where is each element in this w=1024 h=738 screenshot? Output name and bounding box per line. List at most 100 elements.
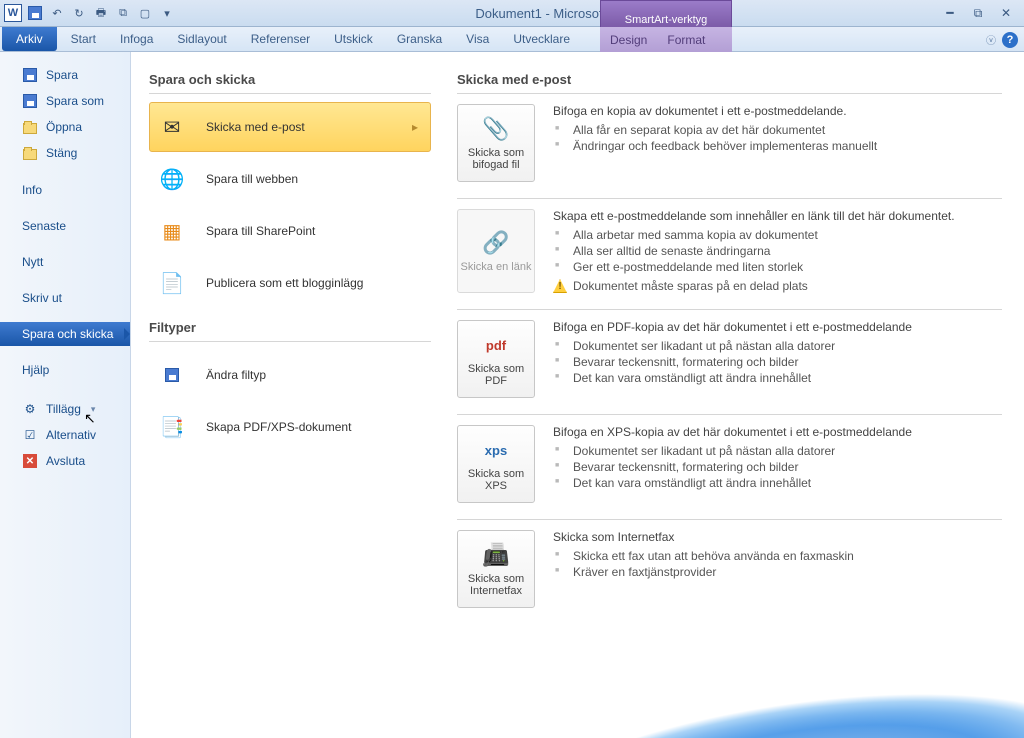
lead: Skapa ett e-postmeddelande som innehålle… [553,209,1002,223]
panel-heading: Skicka med e-post [457,72,1002,87]
send-attachment-button[interactable]: 📎 Skicka som bifogad fil [457,104,535,182]
sidebar-save-as[interactable]: Spara som [0,88,130,114]
backstage-sidebar: Spara Spara som Öppna Stäng Info Senaste… [0,52,131,738]
tab-home[interactable]: Start [59,27,108,51]
copy-icon[interactable]: ⧉ [114,4,132,22]
sidebar-open[interactable]: Öppna [0,114,130,140]
warning: ! Dokumentet måste sparas på en delad pl… [553,279,1002,293]
label: Tillägg [46,402,81,416]
label: Ändra filtyp [206,368,266,382]
bullet: Alla ser alltid de senaste ändringarna [567,243,1002,259]
sidebar-close[interactable]: Stäng [0,140,130,166]
label: Öppna [46,120,82,134]
sidebar-exit[interactable]: ✕ Avsluta [0,448,130,474]
pdf-xps-icon: 📑 [156,411,188,443]
blog-icon: 📄 [156,267,188,299]
filetype-icon [156,359,188,391]
sidebar-options[interactable]: ☑Alternativ [0,422,130,448]
bullet: Alla får en separat kopia av det här dok… [567,122,1002,138]
bullet: Kräver en faxtjänstprovider [567,564,1002,580]
tab-review[interactable]: Granska [385,27,454,51]
new-icon[interactable]: ▢ [136,4,154,22]
minimize-ribbon-icon[interactable]: ⓥ [986,32,996,47]
tab-references[interactable]: Referenser [239,27,322,51]
folder-open-icon [22,119,38,135]
tab-developer[interactable]: Utvecklare [501,27,582,51]
label: Stäng [46,146,77,160]
category-save-web[interactable]: 🌐 Spara till webben [149,154,431,204]
option-send-pdf: pdf Skicka som PDF Bifoga en PDF-kopia a… [457,320,1002,398]
sidebar-print[interactable]: Skriv ut [0,286,130,310]
quick-access-toolbar: W ↶ ↻ 🖶 ⧉ ▢ ▾ [0,4,176,22]
sharepoint-icon: ▦ [156,215,188,247]
bullet: Ändringar och feedback behöver implement… [567,138,1002,154]
warning-icon: ! [553,279,567,293]
folder-icon [22,145,38,161]
send-pdf-button[interactable]: pdf Skicka som PDF [457,320,535,398]
desc: Bifoga en PDF-kopia av det här dokumente… [553,320,1002,398]
option-send-attachment: 📎 Skicka som bifogad fil Bifoga en kopia… [457,104,1002,182]
save-icon[interactable] [26,4,44,22]
bullet: Alla arbetar med samma kopia av dokument… [567,227,1002,243]
category-publish-blog[interactable]: 📄 Publicera som ett blogginlägg [149,258,431,308]
tab-format[interactable]: Format [657,27,715,52]
sidebar-info[interactable]: Info [0,178,130,202]
help-icon[interactable]: ? [1002,32,1018,48]
label: Spara och skicka [22,327,113,341]
label: Skicka en länk [461,261,532,273]
ribbon-tabs: Arkiv Start Infoga Sidlayout Referenser … [0,27,1024,52]
close-button[interactable]: ✕ [996,6,1016,20]
save-as-icon [22,93,38,109]
label: Spara som [46,94,104,108]
category-change-filetype[interactable]: Ändra filtyp [149,350,431,400]
sidebar-new[interactable]: Nytt [0,250,130,274]
sidebar-save[interactable]: Spara [0,62,130,88]
bullet: Dokumentet ser likadant ut på nästan all… [567,443,1002,459]
bullet: Dokumentet ser likadant ut på nästan all… [567,338,1002,354]
label: Skicka som PDF [460,363,532,387]
fax-icon: 📠 [482,541,509,569]
attachment-icon: 📎 [482,115,509,143]
redo-icon[interactable]: ↻ [70,4,88,22]
send-xps-button[interactable]: xps Skicka som XPS [457,425,535,503]
undo-icon[interactable]: ↶ [48,4,66,22]
tab-view[interactable]: Visa [454,27,501,51]
xps-icon: xps [485,436,507,464]
lead: Skicka som Internetfax [553,530,1002,544]
category-save-sharepoint[interactable]: ▦ Spara till SharePoint [149,206,431,256]
lead: Bifoga en XPS-kopia av det här dokumente… [553,425,1002,439]
save-send-categories: Spara och skicka ✉ Skicka med e-post 🌐 S… [131,52,443,738]
tab-insert[interactable]: Infoga [108,27,165,51]
title-bar: W ↶ ↻ 🖶 ⧉ ▢ ▾ Dokument1 - Microsoft Word… [0,0,1024,27]
sidebar-recent[interactable]: Senaste [0,214,130,238]
sidebar-save-send[interactable]: Spara och skicka [0,322,130,346]
desc: Bifoga en XPS-kopia av det här dokumente… [553,425,1002,503]
sidebar-addins[interactable]: ⚙Tillägg▾ [0,396,130,422]
label: Spara till webben [206,172,298,186]
email-icon: ✉ [156,111,188,143]
sidebar-help[interactable]: Hjälp [0,358,130,382]
send-link-button: 🔗 Skicka en länk [457,209,535,293]
label: Avsluta [46,454,85,468]
tab-design[interactable]: Design [600,27,657,52]
restore-button[interactable]: ⧉ [968,6,988,20]
print-icon[interactable]: 🖶 [92,4,110,22]
option-send-xps: xps Skicka som XPS Bifoga en XPS-kopia a… [457,425,1002,503]
minimize-button[interactable]: ━ [940,6,960,20]
tab-mailings[interactable]: Utskick [322,27,385,51]
addins-icon: ⚙ [22,401,38,417]
exit-icon: ✕ [22,453,38,469]
label: Alternativ [46,428,96,442]
tab-layout[interactable]: Sidlayout [165,27,238,51]
label: Skicka som bifogad fil [460,147,532,171]
send-email-panel: Skicka med e-post 📎 Skicka som bifogad f… [443,52,1024,738]
category-create-pdf-xps[interactable]: 📑 Skapa PDF/XPS-dokument [149,402,431,452]
qat-more-icon[interactable]: ▾ [158,4,176,22]
label: Skicka som Internetfax [460,573,532,597]
send-fax-button[interactable]: 📠 Skicka som Internetfax [457,530,535,608]
category-send-email[interactable]: ✉ Skicka med e-post [149,102,431,152]
warn-text: Dokumentet måste sparas på en delad plat… [573,279,808,293]
option-send-link: 🔗 Skicka en länk Skapa ett e-postmeddela… [457,209,1002,293]
label: Publicera som ett blogginlägg [206,276,363,290]
tab-file[interactable]: Arkiv [2,27,57,51]
